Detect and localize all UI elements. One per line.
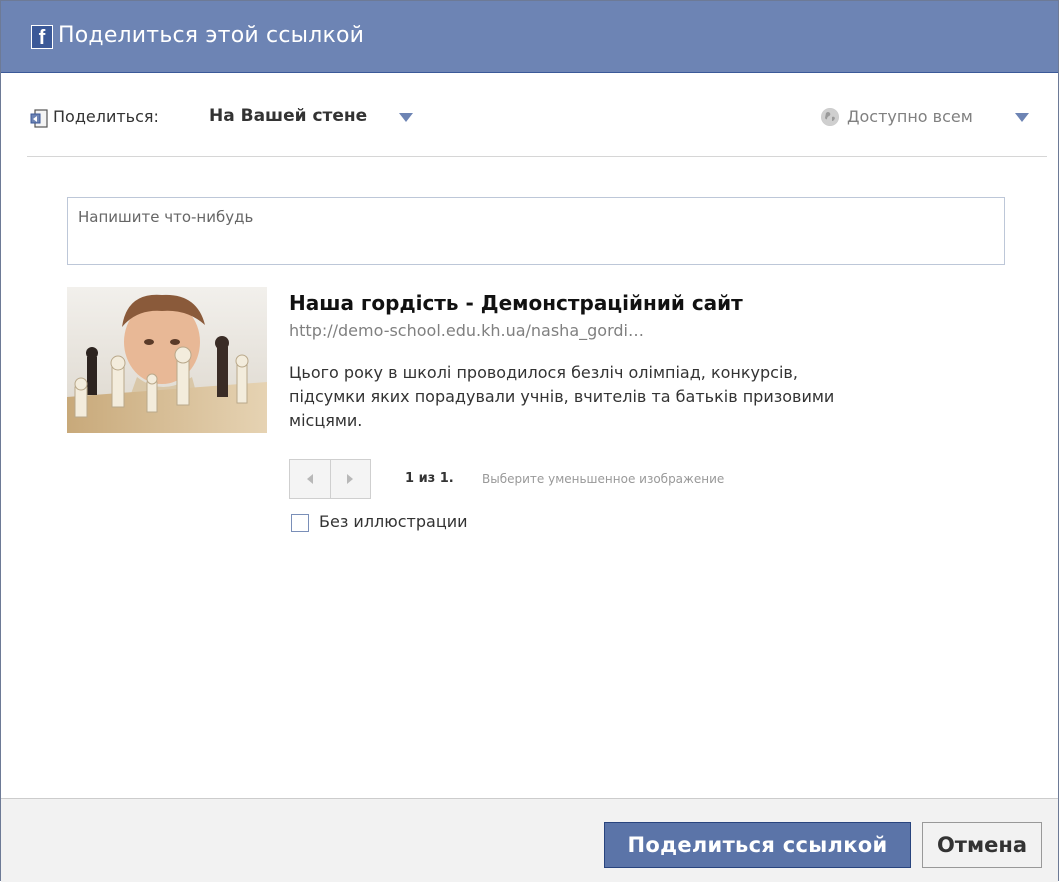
next-thumbnail-button[interactable]: [331, 460, 371, 498]
share-target-dropdown[interactable]: На Вашей стене: [209, 106, 367, 126]
message-field[interactable]: [67, 197, 1005, 265]
share-icon: [30, 109, 48, 128]
thumbnail-hint: Выберите уменьшенное изображение: [482, 472, 725, 486]
no-image-label[interactable]: Без иллюстрации: [319, 512, 468, 531]
no-image-checkbox[interactable]: [291, 514, 309, 532]
chevron-down-icon[interactable]: [399, 113, 413, 122]
link-url: http://demo-school.edu.kh.ua/nasha_gordi…: [289, 321, 644, 340]
previous-thumbnail-button[interactable]: [290, 460, 331, 498]
arrow-left-icon: [306, 474, 313, 484]
dialog-titlebar: f Поделиться этой ссылкой: [1, 1, 1058, 73]
privacy-selector[interactable]: Доступно всем: [847, 107, 973, 126]
arrow-right-icon: [347, 474, 354, 484]
message-input[interactable]: [68, 198, 1004, 264]
share-dialog: f Поделиться этой ссылкой Поделиться: На…: [0, 0, 1059, 882]
link-thumbnail: [67, 287, 267, 433]
chess-boy-image: [67, 287, 267, 433]
thumbnail-pager: [289, 459, 371, 499]
link-title: Наша гордість - Демонстраційний сайт: [289, 291, 743, 315]
dialog-title: Поделиться этой ссылкой: [58, 23, 365, 48]
facebook-logo-icon: f: [31, 25, 53, 49]
chevron-down-icon[interactable]: [1015, 113, 1029, 122]
link-description[interactable]: Цього року в школі проводилося безліч ол…: [289, 361, 849, 433]
share-link-button[interactable]: Поделиться ссылкой: [604, 822, 911, 868]
globe-icon: [821, 108, 839, 126]
divider: [27, 156, 1047, 157]
thumbnail-count: 1 из 1.: [405, 471, 454, 486]
share-label: Поделиться:: [53, 107, 159, 126]
cancel-button[interactable]: Отмена: [922, 822, 1042, 868]
